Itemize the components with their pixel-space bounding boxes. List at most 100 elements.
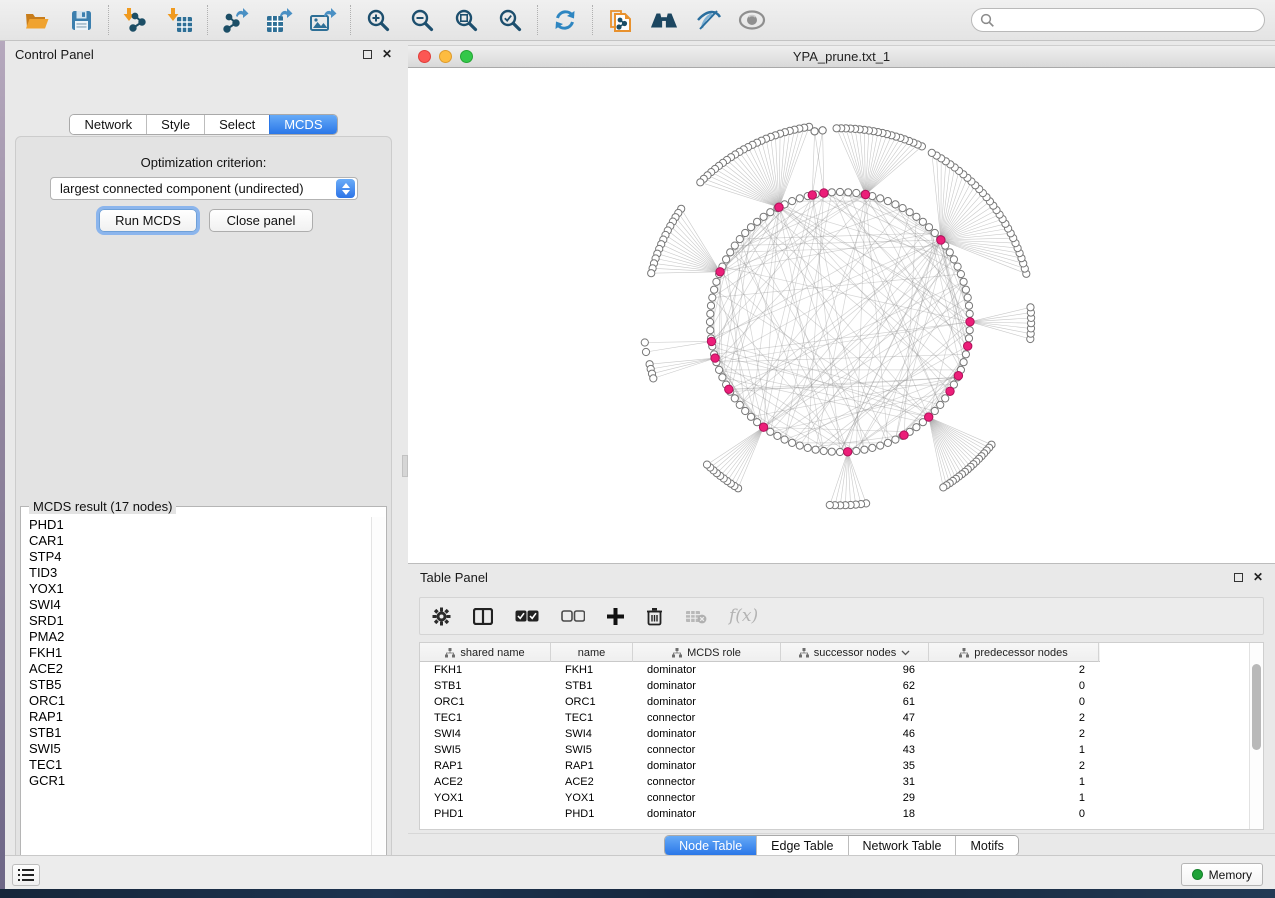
table-cell[interactable]: 1: [929, 742, 1099, 758]
table-cell[interactable]: 61: [781, 694, 929, 710]
column-header-shared-name[interactable]: shared name: [420, 643, 551, 662]
zoom-selected-icon[interactable]: [496, 6, 524, 34]
zoom-fit-icon[interactable]: [452, 6, 480, 34]
table-row[interactable]: PHD1PHD1dominator180: [420, 806, 1250, 822]
mcds-result-item[interactable]: RAP1: [22, 709, 370, 725]
mcds-result-list[interactable]: PHD1CAR1STP4TID3YOX1SWI4SRD1PMA2FKH1ACE2…: [22, 517, 370, 869]
column-header-successor-nodes[interactable]: successor nodes: [781, 643, 929, 662]
table-cell[interactable]: STB1: [551, 678, 633, 694]
copy-network-icon[interactable]: [606, 6, 634, 34]
table-cell[interactable]: YOX1: [551, 790, 633, 806]
mcds-result-item[interactable]: TID3: [22, 565, 370, 581]
table-cell[interactable]: 35: [781, 758, 929, 774]
mcds-result-item[interactable]: ORC1: [22, 693, 370, 709]
table-cell[interactable]: 2: [929, 710, 1099, 726]
criterion-dropdown[interactable]: largest connected component (undirected): [50, 177, 358, 200]
table-cell[interactable]: STB1: [420, 678, 551, 694]
memory-button[interactable]: Memory: [1181, 863, 1263, 886]
table-cell[interactable]: 0: [929, 806, 1099, 822]
table-cell[interactable]: PHD1: [551, 806, 633, 822]
table-cell[interactable]: connector: [633, 774, 781, 790]
table-cell[interactable]: 2: [929, 758, 1099, 774]
network-window-titlebar[interactable]: YPA_prune.txt_1: [408, 45, 1275, 68]
table-cell[interactable]: TEC1: [551, 710, 633, 726]
open-session-icon[interactable]: [23, 6, 51, 34]
deselect-all-icon[interactable]: [561, 603, 585, 629]
select-all-icon[interactable]: [515, 603, 539, 629]
search-input[interactable]: [995, 13, 1256, 27]
column-header-name[interactable]: name: [551, 643, 633, 662]
table-cell[interactable]: dominator: [633, 662, 781, 678]
table-cell[interactable]: connector: [633, 710, 781, 726]
float-panel-icon[interactable]: [1234, 573, 1243, 582]
table-cell[interactable]: 1: [929, 774, 1099, 790]
search-box[interactable]: [971, 8, 1265, 32]
mcds-result-item[interactable]: TEC1: [22, 757, 370, 773]
table-cell[interactable]: 62: [781, 678, 929, 694]
table-cell[interactable]: 2: [929, 726, 1099, 742]
mcds-result-item[interactable]: ACE2: [22, 661, 370, 677]
table-settings-gear-icon[interactable]: [432, 603, 451, 629]
network-canvas[interactable]: [408, 68, 1275, 563]
zoom-out-icon[interactable]: [408, 6, 436, 34]
mcds-result-item[interactable]: YOX1: [22, 581, 370, 597]
table-cell[interactable]: PHD1: [420, 806, 551, 822]
network-graph[interactable]: [408, 68, 1275, 563]
table-row[interactable]: SWI4SWI4dominator462: [420, 726, 1250, 742]
import-table-icon[interactable]: [166, 6, 194, 34]
tab-node-table[interactable]: Node Table: [665, 836, 756, 855]
table-cell[interactable]: 31: [781, 774, 929, 790]
column-view-icon[interactable]: [473, 603, 493, 629]
table-cell[interactable]: SWI4: [551, 726, 633, 742]
table-cell[interactable]: connector: [633, 790, 781, 806]
mcds-result-item[interactable]: PMA2: [22, 629, 370, 645]
mcds-result-item[interactable]: PHD1: [22, 517, 370, 533]
import-network-icon[interactable]: [122, 6, 150, 34]
table-row[interactable]: STB1STB1dominator620: [420, 678, 1250, 694]
tab-edge-table[interactable]: Edge Table: [756, 836, 847, 855]
table-cell[interactable]: ACE2: [420, 774, 551, 790]
mcds-result-item[interactable]: SWI5: [22, 741, 370, 757]
table-row[interactable]: YOX1YOX1connector291: [420, 790, 1250, 806]
table-row[interactable]: SWI5SWI5connector431: [420, 742, 1250, 758]
table-cell[interactable]: ORC1: [551, 694, 633, 710]
table-cell[interactable]: SWI5: [420, 742, 551, 758]
export-network-icon[interactable]: [221, 6, 249, 34]
show-panels-menu-button[interactable]: [12, 864, 40, 886]
tab-mcds[interactable]: MCDS: [269, 115, 336, 134]
table-row[interactable]: TEC1TEC1connector472: [420, 710, 1250, 726]
close-panel-icon[interactable]: ✕: [1253, 573, 1263, 582]
table-cell[interactable]: SWI5: [551, 742, 633, 758]
tab-select[interactable]: Select: [204, 115, 269, 134]
table-row[interactable]: FKH1FKH1dominator962: [420, 662, 1250, 678]
table-cell[interactable]: 1: [929, 790, 1099, 806]
table-row[interactable]: ACE2ACE2connector311: [420, 774, 1250, 790]
refresh-icon[interactable]: [551, 6, 579, 34]
table-cell[interactable]: 43: [781, 742, 929, 758]
table-scrollbar-thumb[interactable]: [1252, 664, 1261, 750]
table-cell[interactable]: 0: [929, 694, 1099, 710]
table-cell[interactable]: SWI4: [420, 726, 551, 742]
table-cell[interactable]: 96: [781, 662, 929, 678]
run-mcds-button[interactable]: Run MCDS: [99, 209, 197, 232]
float-panel-icon[interactable]: [363, 50, 372, 59]
mcds-result-item[interactable]: CAR1: [22, 533, 370, 549]
table-cell[interactable]: 29: [781, 790, 929, 806]
table-cell[interactable]: dominator: [633, 758, 781, 774]
column-header-predecessor-nodes[interactable]: predecessor nodes: [929, 643, 1099, 662]
table-cell[interactable]: ACE2: [551, 774, 633, 790]
export-table-icon[interactable]: [265, 6, 293, 34]
table-cell[interactable]: 46: [781, 726, 929, 742]
mcds-result-item[interactable]: STB5: [22, 677, 370, 693]
mcds-result-item[interactable]: SWI4: [22, 597, 370, 613]
table-cell[interactable]: dominator: [633, 726, 781, 742]
table-cell[interactable]: FKH1: [551, 662, 633, 678]
table-cell[interactable]: 18: [781, 806, 929, 822]
delete-trash-icon[interactable]: [646, 603, 663, 629]
table-cell[interactable]: RAP1: [551, 758, 633, 774]
save-session-icon[interactable]: [67, 6, 95, 34]
table-cell[interactable]: TEC1: [420, 710, 551, 726]
tab-style[interactable]: Style: [146, 115, 204, 134]
table-row[interactable]: RAP1RAP1dominator352: [420, 758, 1250, 774]
tab-network[interactable]: Network: [70, 115, 146, 134]
